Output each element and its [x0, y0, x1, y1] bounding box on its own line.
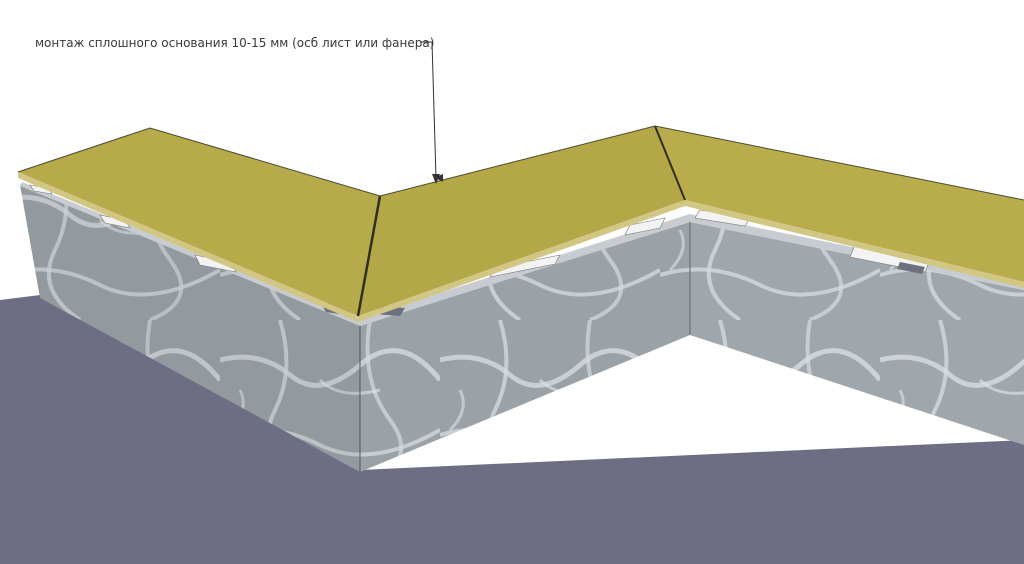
leader-line — [420, 41, 444, 182]
annotation-label: монтаж сплошного основания 10-15 мм (осб… — [35, 36, 434, 50]
roof-diagram: монтаж сплошного основания 10-15 мм (осб… — [0, 36, 1024, 564]
